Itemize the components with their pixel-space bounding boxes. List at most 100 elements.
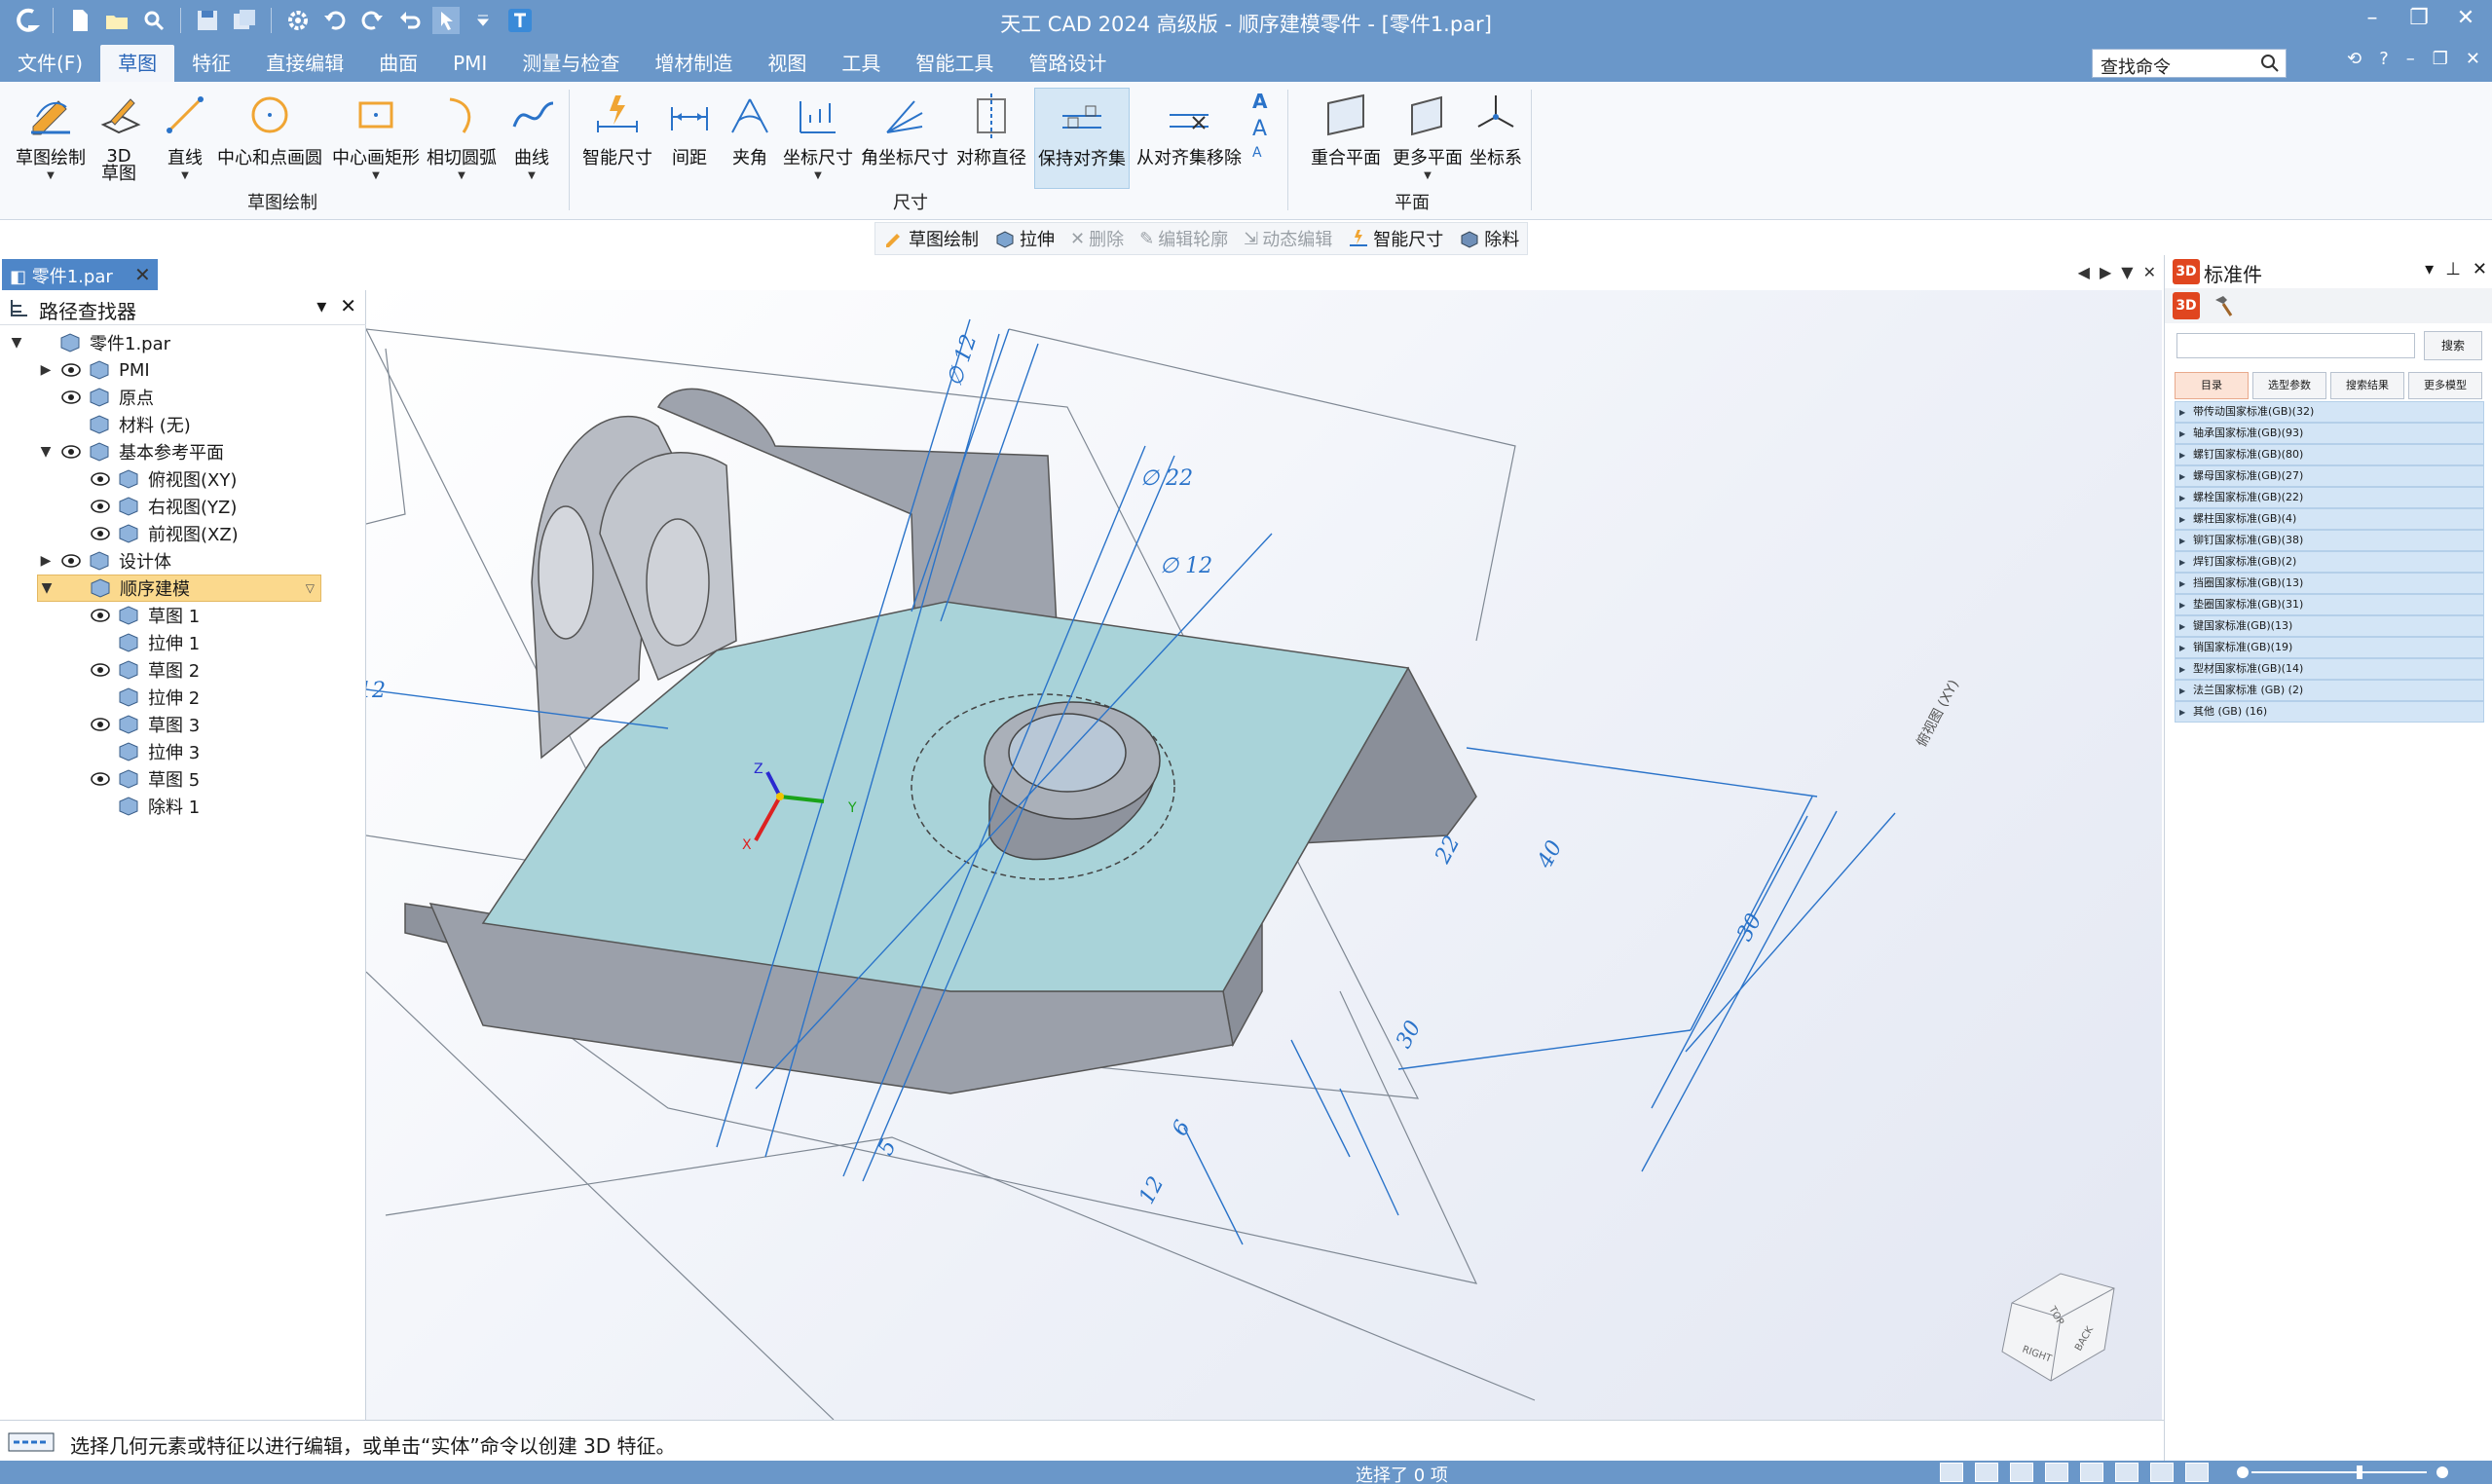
search-icon[interactable] — [2257, 51, 2283, 76]
prompt-bar-icon[interactable] — [8, 1430, 55, 1454]
zoom-icon[interactable] — [1975, 1463, 1998, 1482]
catalog-item[interactable]: ▶ 其他 (GB) (16) — [2175, 701, 2484, 723]
hammer-icon[interactable] — [2210, 292, 2237, 319]
catalog-item[interactable]: ▶ 销国家标准(GB)(19) — [2175, 637, 2484, 658]
restore-icon[interactable]: ❐ — [2404, 6, 2434, 30]
tree-item[interactable]: ▼ 基本参考平面 — [37, 438, 224, 465]
pane-menu-icon[interactable]: ▾ — [2425, 259, 2434, 279]
symmetric-diameter-button[interactable]: 对称直径 — [954, 88, 1028, 169]
pane-menu-icon[interactable]: ▾ — [316, 294, 326, 317]
tree-item[interactable]: 草图 1 — [66, 602, 200, 629]
expand-toggle-icon[interactable]: ▼ — [37, 444, 55, 460]
coordinate-system-button[interactable]: 坐标系 — [1467, 88, 1525, 169]
minimize-icon[interactable]: – — [2358, 6, 2387, 30]
tangent-arc-button[interactable]: 相切圆弧 ▼ — [425, 88, 499, 181]
display-icon[interactable] — [2185, 1463, 2209, 1482]
tree-item[interactable]: 草图 5 — [66, 765, 200, 793]
catalog-item[interactable]: ▶ 键国家标准(GB)(13) — [2175, 615, 2484, 637]
dropdown-icon[interactable]: ▽ — [306, 581, 315, 595]
tree-item[interactable]: 草图 3 — [66, 711, 200, 738]
visibility-eye-icon[interactable] — [90, 525, 111, 542]
parts-search-input[interactable] — [2176, 333, 2415, 358]
visibility-eye-icon[interactable] — [90, 661, 111, 679]
tree-item[interactable]: ▼ 顺序建模 ▽ — [37, 575, 321, 602]
menu-feature[interactable]: 特征 — [174, 45, 248, 82]
close-pane-icon[interactable]: ✕ — [340, 294, 356, 317]
catalog-item[interactable]: ▶ 型材国家标准(GB)(14) — [2175, 658, 2484, 680]
restore-doc-icon[interactable]: ❐ — [2433, 49, 2448, 69]
tab-more-models[interactable]: 更多模型 — [2408, 372, 2482, 399]
close-doc-icon[interactable]: ✕ — [2466, 49, 2480, 69]
menu-file[interactable]: 文件(F) — [0, 45, 100, 82]
remove-from-alignment-button[interactable]: 从对齐集移除 — [1135, 88, 1243, 169]
visibility-eye-icon[interactable] — [90, 607, 111, 624]
visibility-eye-icon[interactable] — [60, 443, 82, 461]
visibility-eye-icon[interactable] — [60, 361, 82, 379]
catalog-item[interactable]: ▶ 螺母国家标准(GB)(27) — [2175, 465, 2484, 487]
menu-measure[interactable]: 测量与检查 — [504, 45, 637, 82]
sketch-3d-button[interactable]: 3D 草图 — [93, 88, 144, 183]
pin-icon[interactable]: ⊥ — [2445, 259, 2461, 279]
cmd-smart-dimension[interactable]: 智能尺寸 — [1348, 226, 1443, 251]
keep-alignment-set-button[interactable]: 保持对齐集 — [1034, 88, 1130, 189]
rectangle-center-button[interactable]: 中心画矩形 ▼ — [331, 88, 421, 181]
tree-item[interactable]: ▶ 设计体 — [37, 547, 171, 575]
fit-icon[interactable] — [2010, 1463, 2033, 1482]
tab-next-icon[interactable]: ▶ — [2100, 263, 2111, 281]
pan-icon[interactable] — [2045, 1463, 2068, 1482]
expand-toggle-icon[interactable]: ▶ — [37, 362, 55, 378]
distance-button[interactable]: 间距 — [662, 88, 717, 169]
cmd-extrude[interactable]: 拉伸 — [994, 226, 1055, 251]
catalog-item[interactable]: ▶ 挡圈国家标准(GB)(13) — [2175, 573, 2484, 594]
catalog-item[interactable]: ▶ 带传动国家标准(GB)(32) — [2175, 401, 2484, 423]
3d-parts-tab-icon[interactable]: 3D — [2173, 292, 2200, 319]
refresh-icon[interactable]: ⟲ — [2347, 49, 2362, 69]
expand-toggle-icon[interactable]: ▼ — [8, 335, 25, 351]
menu-surface[interactable]: 曲面 — [361, 45, 435, 82]
tree-item[interactable]: 拉伸 1 — [66, 629, 200, 656]
tab-catalog[interactable]: 目录 — [2175, 372, 2249, 399]
visibility-eye-icon[interactable] — [90, 770, 111, 788]
menu-piping[interactable]: 管路设计 — [1011, 45, 1124, 82]
catalog-item[interactable]: ▶ 焊钉国家标准(GB)(2) — [2175, 551, 2484, 573]
visibility-eye-icon[interactable] — [60, 389, 82, 406]
minimize-ribbon-icon[interactable]: – — [2406, 49, 2415, 69]
tab-search-results[interactable]: 搜索结果 — [2330, 372, 2404, 399]
catalog-item[interactable]: ▶ 铆钉国家标准(GB)(38) — [2175, 530, 2484, 551]
catalog-item[interactable]: ▶ 螺钉国家标准(GB)(80) — [2175, 444, 2484, 465]
menu-smart-tools[interactable]: 智能工具 — [898, 45, 1011, 82]
zoom-area-icon[interactable] — [1940, 1463, 1963, 1482]
tree-item[interactable]: 右视图(YZ) — [66, 493, 237, 520]
shading-icon[interactable] — [2150, 1463, 2174, 1482]
catalog-item[interactable]: ▶ 法兰国家标准 (GB) (2) — [2175, 680, 2484, 701]
expand-toggle-icon[interactable]: ▶ — [37, 553, 55, 569]
tree-item[interactable]: ▼ 零件1.par — [8, 329, 170, 356]
tree-item[interactable]: 草图 2 — [66, 656, 200, 684]
more-planes-button[interactable]: 更多平面 ▼ — [1389, 88, 1467, 181]
menu-tools[interactable]: 工具 — [824, 45, 898, 82]
close-pane-icon[interactable]: ✕ — [2473, 259, 2487, 279]
cmd-delete[interactable]: ✕ 删除 — [1070, 226, 1124, 251]
close-icon[interactable]: ✕ — [2451, 6, 2480, 30]
view-orient-icon[interactable] — [2115, 1463, 2139, 1482]
cmd-dynamic-edit[interactable]: ⇲ 动态编辑 — [1244, 226, 1332, 251]
close-doc-icon[interactable]: ✕ — [2143, 263, 2156, 281]
graphics-viewport[interactable]: 俯视图 (XY) ∅ 12 ∅ 22 ∅ 12 2 22 40 30 30 6 … — [366, 290, 2162, 1420]
parts-search-button[interactable]: 搜索 — [2424, 331, 2482, 360]
coincident-plane-button[interactable]: 重合平面 — [1307, 88, 1385, 169]
tab-list-icon[interactable]: ▼ — [2121, 263, 2133, 281]
part-body[interactable] — [404, 388, 1477, 1094]
line-button[interactable]: 直线 ▼ — [158, 88, 212, 181]
text-grow-icon[interactable]: A — [1252, 117, 1282, 141]
catalog-item[interactable]: ▶ 垫圈国家标准(GB)(31) — [2175, 594, 2484, 615]
tree-item[interactable]: 除料 1 — [66, 793, 200, 820]
visibility-eye-icon[interactable] — [90, 498, 111, 515]
text-style-icon[interactable]: A — [1252, 90, 1282, 113]
text-shrink-icon[interactable]: A — [1252, 145, 1282, 161]
rotate-icon[interactable] — [2080, 1463, 2103, 1482]
tree-item[interactable]: ▶ PMI — [37, 356, 150, 384]
tab-selection-params[interactable]: 选型参数 — [2252, 372, 2326, 399]
tree-item[interactable]: 原点 — [37, 384, 154, 411]
cmd-edit-profile[interactable]: ✎ 编辑轮廓 — [1139, 226, 1228, 251]
menu-sketch[interactable]: 草图 — [100, 45, 175, 82]
